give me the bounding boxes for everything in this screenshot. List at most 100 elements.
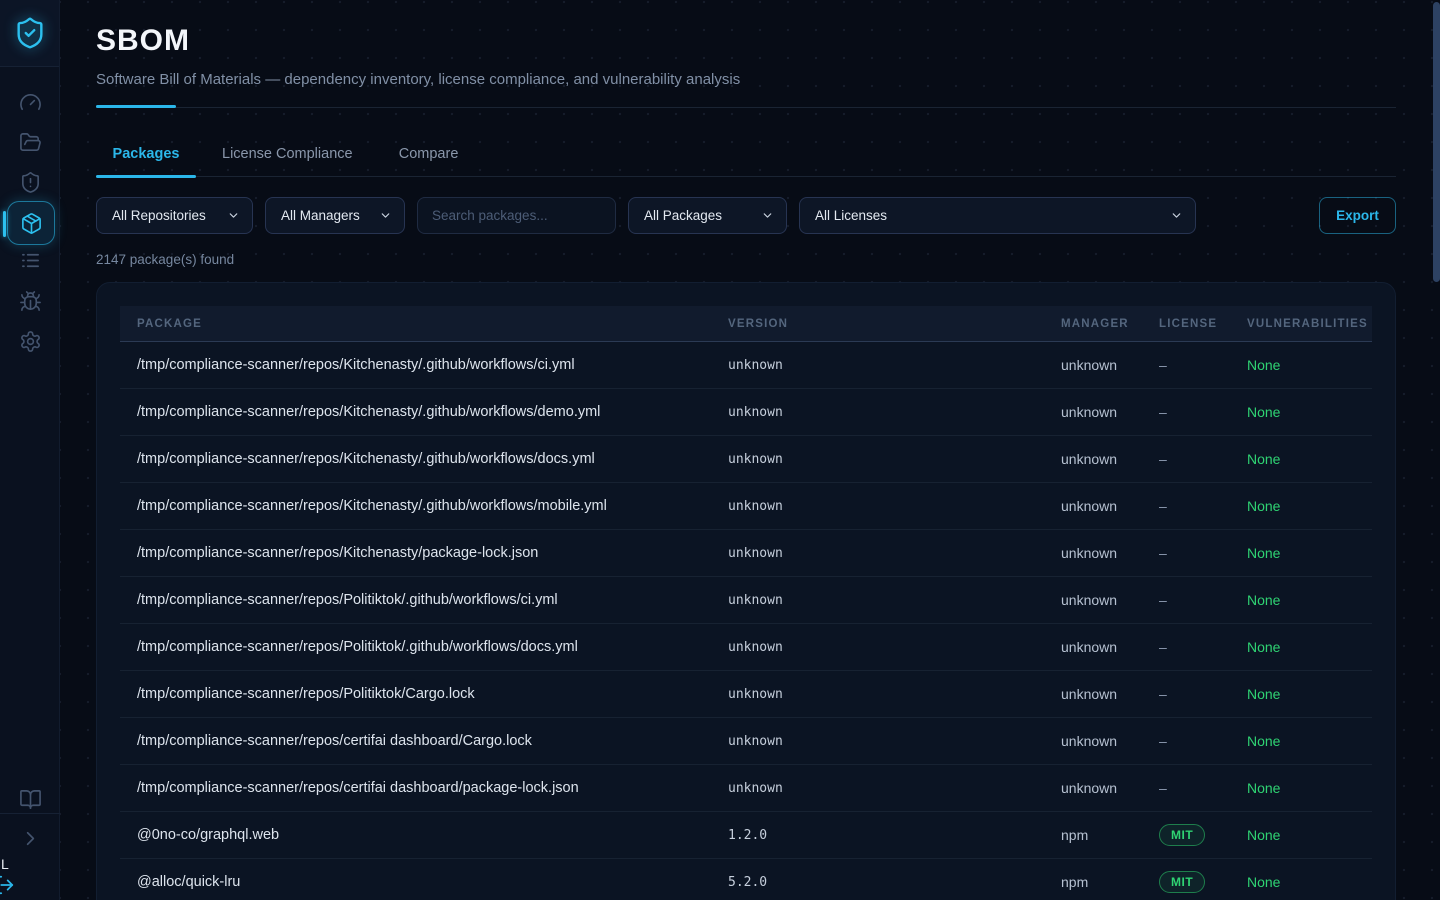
package-manager: unknown — [1061, 357, 1159, 373]
shield-alert-icon — [19, 171, 42, 194]
package-vulnerabilities: None — [1247, 780, 1372, 796]
package-name: /tmp/compliance-scanner/repos/Politiktok… — [120, 592, 728, 608]
package-version: unknown — [728, 358, 1061, 373]
tab-packages[interactable]: Packages — [96, 140, 196, 176]
package-version: unknown — [728, 687, 1061, 702]
package-manager: unknown — [1061, 639, 1159, 655]
repositories-select[interactable]: All Repositories — [96, 197, 253, 234]
package-name: /tmp/compliance-scanner/repos/certifai d… — [120, 780, 728, 796]
licenses-select-value: All Licenses — [815, 208, 887, 223]
package-vulnerabilities: None — [1247, 498, 1372, 514]
table-row[interactable]: @alloc/quick-lru5.2.0npmMITNone — [120, 859, 1372, 900]
package-manager: npm — [1061, 874, 1159, 890]
page-scrollbar[interactable] — [1432, 0, 1440, 900]
package-license: – — [1159, 404, 1247, 420]
package-vulnerabilities: None — [1247, 404, 1372, 420]
package-manager: unknown — [1061, 686, 1159, 702]
table-row[interactable]: /tmp/compliance-scanner/repos/Kitchenast… — [120, 342, 1372, 389]
column-vulnerabilities: Vulnerabilities — [1247, 318, 1372, 330]
table-row[interactable]: /tmp/compliance-scanner/repos/Kitchenast… — [120, 389, 1372, 436]
chevron-down-icon — [227, 209, 240, 222]
package-version: unknown — [728, 781, 1061, 796]
table-row[interactable]: /tmp/compliance-scanner/repos/certifai d… — [120, 718, 1372, 765]
sidebar-collapse-button[interactable] — [0, 818, 60, 858]
licenses-select[interactable]: All Licenses — [799, 197, 1196, 234]
main-content: SBOM Software Bill of Materials — depend… — [60, 0, 1440, 900]
package-vulnerabilities: None — [1247, 592, 1372, 608]
results-count: 2147 package(s) found — [96, 252, 1396, 267]
package-vulnerabilities: None — [1247, 733, 1372, 749]
package-name: /tmp/compliance-scanner/repos/Politiktok… — [120, 686, 728, 702]
package-manager: npm — [1061, 827, 1159, 843]
sidebar-item-repositories[interactable] — [0, 122, 60, 162]
table-header: Package Version Manager License Vulnerab… — [120, 306, 1372, 342]
chevron-right-icon — [19, 827, 42, 850]
active-nav-indicator — [3, 211, 6, 237]
package-name: /tmp/compliance-scanner/repos/Kitchenast… — [120, 498, 728, 514]
package-version: unknown — [728, 452, 1061, 467]
list-icon — [19, 249, 42, 272]
sidebar-item-dashboard[interactable] — [0, 82, 60, 122]
chevron-down-icon — [379, 209, 392, 222]
table-row[interactable]: /tmp/compliance-scanner/repos/Kitchenast… — [120, 483, 1372, 530]
table-row[interactable]: @0no-co/graphql.web1.2.0npmMITNone — [120, 812, 1372, 859]
repositories-select-value: All Repositories — [112, 208, 206, 223]
gauge-icon — [19, 91, 42, 114]
chevron-down-icon — [1170, 209, 1183, 222]
folder-open-icon — [19, 131, 42, 154]
package-license: – — [1159, 357, 1247, 373]
search-input[interactable] — [417, 197, 616, 234]
sidebar-item-settings[interactable] — [0, 321, 60, 361]
tab-bar: Packages License Compliance Compare — [96, 140, 1396, 177]
package-icon — [20, 212, 43, 235]
tab-license-compliance[interactable]: License Compliance — [210, 140, 365, 176]
sidebar-divider — [0, 813, 60, 814]
table-row[interactable]: /tmp/compliance-scanner/repos/certifai d… — [120, 765, 1372, 812]
export-button[interactable]: Export — [1319, 197, 1396, 234]
managers-select-value: All Managers — [281, 208, 360, 223]
tab-compare[interactable]: Compare — [379, 140, 479, 176]
package-version: unknown — [728, 499, 1061, 514]
package-version: unknown — [728, 405, 1061, 420]
shield-check-icon — [13, 16, 47, 50]
table-row[interactable]: /tmp/compliance-scanner/repos/Kitchenast… — [120, 530, 1372, 577]
packages-select-value: All Packages — [644, 208, 722, 223]
sidebar-item-compliance[interactable] — [0, 162, 60, 202]
package-version: 5.2.0 — [728, 875, 1061, 890]
table-row[interactable]: /tmp/compliance-scanner/repos/Politiktok… — [120, 624, 1372, 671]
scrollbar-thumb[interactable] — [1433, 2, 1440, 282]
column-package: Package — [120, 318, 728, 330]
table-row[interactable]: /tmp/compliance-scanner/repos/Politiktok… — [120, 671, 1372, 718]
app-logo[interactable] — [0, 0, 59, 67]
package-license: – — [1159, 780, 1247, 796]
package-name: /tmp/compliance-scanner/repos/Kitchenast… — [120, 357, 728, 373]
package-license: – — [1159, 545, 1247, 561]
package-license: MIT — [1159, 824, 1247, 846]
table-row[interactable]: /tmp/compliance-scanner/repos/Kitchenast… — [120, 436, 1372, 483]
package-manager: unknown — [1061, 592, 1159, 608]
sidebar-item-inventory[interactable] — [0, 240, 60, 280]
package-license: – — [1159, 733, 1247, 749]
package-name: @0no-co/graphql.web — [120, 827, 728, 843]
package-vulnerabilities: None — [1247, 686, 1372, 702]
managers-select[interactable]: All Managers — [265, 197, 405, 234]
package-license: – — [1159, 686, 1247, 702]
table-body: /tmp/compliance-scanner/repos/Kitchenast… — [120, 342, 1372, 900]
packages-select[interactable]: All Packages — [628, 197, 787, 234]
page-title: SBOM — [96, 24, 1396, 58]
package-license: – — [1159, 451, 1247, 467]
column-license: License — [1159, 318, 1247, 330]
package-version: unknown — [728, 640, 1061, 655]
package-version: unknown — [728, 734, 1061, 749]
package-name: /tmp/compliance-scanner/repos/Kitchenast… — [120, 451, 728, 467]
package-license: – — [1159, 592, 1247, 608]
package-license: – — [1159, 639, 1247, 655]
logout-button[interactable] — [0, 874, 15, 896]
header-accent-rule — [96, 107, 1396, 108]
sidebar-item-vulnerabilities[interactable] — [0, 281, 60, 321]
sidebar-item-sbom[interactable] — [7, 201, 55, 245]
table-row[interactable]: /tmp/compliance-scanner/repos/Politiktok… — [120, 577, 1372, 624]
book-open-icon — [19, 788, 42, 811]
gear-icon — [19, 330, 42, 353]
package-vulnerabilities: None — [1247, 451, 1372, 467]
